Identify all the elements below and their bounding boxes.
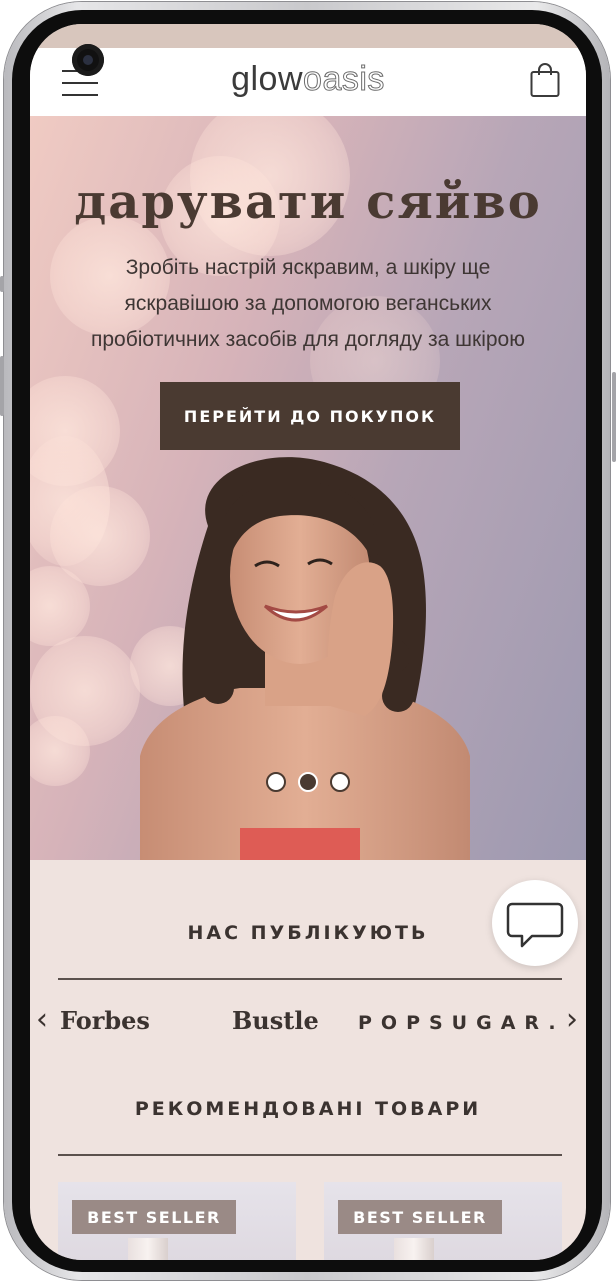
phone-screen: glowoasis дарувати сяйво Зробіть настрій…	[30, 24, 586, 1260]
side-button-left-2	[0, 356, 4, 416]
hero-subtitle: Зробіть настрій яскравим, а шкіру ще яск…	[58, 250, 558, 358]
side-button-right	[612, 372, 616, 462]
best-seller-badge: BEST SELLER	[338, 1200, 502, 1234]
shopping-bag-icon[interactable]	[530, 62, 560, 98]
chevron-left-icon[interactable]: ‹	[36, 1002, 48, 1037]
product-card[interactable]: BEST SELLER	[58, 1182, 296, 1260]
carousel-dot[interactable]	[330, 772, 350, 792]
product-image	[128, 1238, 168, 1260]
hero-subtitle-line: Зробіть настрій яскравим, а шкіру ще	[125, 256, 491, 279]
hero-banner: дарувати сяйво Зробіть настрій яскравим,…	[30, 116, 586, 860]
best-seller-badge: BEST SELLER	[72, 1200, 236, 1234]
press-logo-popsugar: POPSUGAR.	[358, 1012, 565, 1034]
chat-bubble-icon	[506, 902, 564, 948]
side-button-left-1	[0, 276, 4, 292]
press-logo-forbes: Forbes	[60, 1006, 150, 1035]
press-logo-bustle: Bustle	[232, 1006, 319, 1035]
shop-now-button[interactable]: ПЕРЕЙТИ ДО ПОКУПОК	[160, 382, 460, 450]
featured-section-title: РЕКОМЕНДОВАНІ ТОВАРИ	[134, 1098, 482, 1120]
brand-logo[interactable]: glowoasis	[30, 60, 586, 99]
press-divider	[58, 978, 562, 980]
press-logos-carousel: ‹ Forbes Bustle POPSUGAR. ›	[30, 1002, 586, 1052]
hero-model-image	[140, 457, 470, 860]
hero-title: дарувати сяйво	[74, 174, 542, 230]
status-bar	[30, 24, 586, 48]
site-header: glowoasis	[30, 48, 586, 116]
carousel-indicators	[30, 772, 586, 796]
product-image	[394, 1238, 434, 1260]
logo-word-bold: glow	[231, 60, 304, 98]
featured-divider	[58, 1154, 562, 1156]
chat-button[interactable]	[492, 880, 578, 966]
logo-word-light: oasis	[303, 60, 385, 99]
chevron-right-icon[interactable]: ›	[566, 1002, 578, 1037]
hero-subtitle-line: пробіотичних засобів для догляду за шкір…	[90, 328, 525, 351]
product-card[interactable]: BEST SELLER	[324, 1182, 562, 1260]
hero-subtitle-line: яскравішою за допомогою веганських	[124, 292, 492, 315]
carousel-dot-active[interactable]	[298, 772, 318, 792]
front-camera	[72, 44, 104, 76]
carousel-dot[interactable]	[266, 772, 286, 792]
